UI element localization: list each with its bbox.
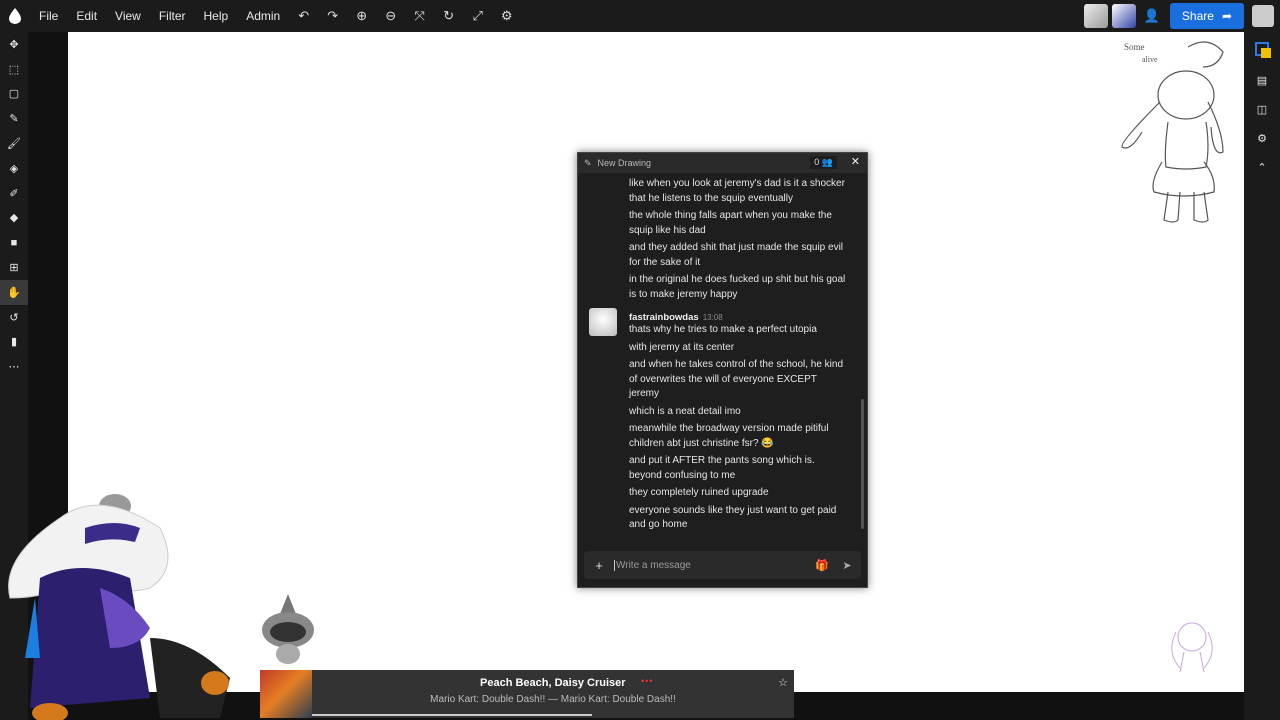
chat-header: ✎ New Drawing 0 👥 ✕: [578, 153, 867, 173]
chat-title: New Drawing: [597, 158, 652, 168]
layers-icon[interactable]: ◫: [1244, 95, 1280, 124]
more-icon[interactable]: ⋯: [0, 354, 28, 379]
track-title: Peach Beach, Daisy Cruiser: [480, 677, 626, 689]
send-icon[interactable]: ➤: [833, 559, 861, 572]
svg-text:Some: Some: [1124, 42, 1145, 52]
playing-indicator-icon: •••: [641, 676, 654, 686]
zoom-out-icon[interactable]: ⊖: [376, 0, 405, 32]
fullscreen-icon[interactable]: ⤢: [463, 0, 492, 32]
chat-scrollbar[interactable]: [861, 399, 864, 529]
move-icon[interactable]: ✥: [0, 32, 28, 57]
smudge-icon[interactable]: ✐: [0, 181, 28, 206]
fit-icon[interactable]: ⤧: [405, 0, 434, 32]
menu-view[interactable]: View: [106, 0, 150, 32]
app-logo-icon[interactable]: [0, 0, 30, 32]
top-bar: File Edit View Filter Help Admin ↶ ↷ ⊕ ⊖…: [0, 0, 1280, 32]
menu-help[interactable]: Help: [195, 0, 238, 32]
redo-icon[interactable]: ↷: [318, 0, 347, 32]
eraser-icon[interactable]: ◈: [0, 156, 28, 181]
close-icon[interactable]: ✕: [851, 155, 860, 168]
color-swatch-icon[interactable]: [1244, 32, 1280, 66]
gift-icon[interactable]: 🎁: [811, 559, 833, 572]
eyedropper-icon[interactable]: ✎: [0, 106, 28, 131]
share-icon: ➦: [1221, 9, 1232, 23]
message-text: they completely ruined upgrade: [629, 487, 769, 498]
message-text: meanwhile the broadway version made piti…: [629, 423, 829, 449]
select-icon[interactable]: ⬚: [0, 57, 28, 82]
avatar[interactable]: [1083, 4, 1108, 28]
transform-icon[interactable]: ▢: [0, 82, 28, 107]
track-progress[interactable]: [312, 714, 592, 716]
message-text: the whole thing falls apart when you mak…: [629, 210, 832, 236]
message-text: like when you look at jeremy's dad is it…: [629, 178, 845, 204]
now-playing-bar: Peach Beach, Daisy Cruiser ••• Mario Kar…: [260, 670, 794, 718]
message-text: everyone sounds like they just want to g…: [629, 504, 837, 531]
menu-admin[interactable]: Admin: [237, 0, 289, 32]
message-text: and they added shit that just made the s…: [629, 242, 844, 268]
menu-file[interactable]: File: [30, 0, 67, 32]
fill-icon[interactable]: ◆: [0, 206, 28, 231]
message-text: which is a neat detail imo: [629, 405, 741, 417]
share-label: Share: [1181, 9, 1214, 23]
shape-icon[interactable]: ■: [0, 230, 28, 255]
hand-icon[interactable]: ✋: [0, 279, 28, 305]
message-list[interactable]: like when you look at jeremy's dad is it…: [578, 173, 862, 533]
character-overlay: [262, 594, 314, 664]
zoom-in-icon[interactable]: ⊕: [347, 0, 376, 32]
add-icon[interactable]: ⊞: [0, 255, 28, 280]
comment-icon[interactable]: ▮: [0, 330, 28, 355]
add-user-icon[interactable]: 👤: [1140, 8, 1164, 24]
menu-edit[interactable]: Edit: [67, 0, 106, 32]
topbar-right: 👤 Share ➦: [1083, 0, 1280, 32]
gear-icon[interactable]: ⚙: [1244, 124, 1280, 153]
message-time: 13:08: [702, 313, 723, 322]
chat-icon: ✎: [584, 157, 592, 168]
undo-icon[interactable]: ↶: [289, 0, 318, 32]
settings-icon[interactable]: ⚙: [492, 0, 521, 32]
right-toolbar: ▤ ◫ ⚙ ⌃: [1244, 32, 1280, 720]
track-subtitle: Mario Kart: Double Dash!! — Mario Kart: …: [430, 694, 676, 705]
rotate-view-icon[interactable]: ↺: [0, 305, 28, 330]
online-count: 0: [814, 157, 820, 167]
chevron-up-icon[interactable]: ⌃: [1244, 153, 1280, 182]
chat-window: ✎ New Drawing 0 👥 ✕ like when you look a…: [577, 152, 868, 588]
menu-filter[interactable]: Filter: [150, 0, 195, 32]
message-text: thats why he tries to make a perfect uto…: [629, 324, 817, 335]
message-text: in the original he does fucked up shit b…: [629, 274, 846, 300]
star-icon[interactable]: ☆: [778, 676, 788, 689]
rotate-icon[interactable]: ↻: [434, 0, 463, 32]
message-text: with jeremy at its center: [629, 341, 735, 353]
avatar[interactable]: [1252, 5, 1274, 27]
avatar[interactable]: [1111, 4, 1136, 28]
share-button[interactable]: Share ➦: [1169, 3, 1244, 29]
message-header: fastrainbowdas 13:08: [578, 308, 862, 336]
online-count-badge[interactable]: 0 👥: [810, 156, 837, 169]
add-attachment-icon[interactable]: +: [584, 558, 614, 573]
avatar[interactable]: [589, 308, 617, 336]
brush-icon[interactable]: 🖌: [0, 131, 28, 156]
message-text: and when he takes control of the school,…: [629, 359, 844, 399]
svg-text:alive: alive: [1142, 55, 1158, 64]
character-overlay: [8, 494, 230, 720]
message-composer: + Write a message 🎁 ➤: [584, 551, 861, 579]
brush-settings-icon[interactable]: ▤: [1244, 66, 1280, 95]
message-text: and put it AFTER the pants song which is…: [629, 455, 815, 481]
message-input[interactable]: Write a message: [614, 559, 811, 571]
message-author[interactable]: fastrainbowdas: [629, 312, 699, 323]
